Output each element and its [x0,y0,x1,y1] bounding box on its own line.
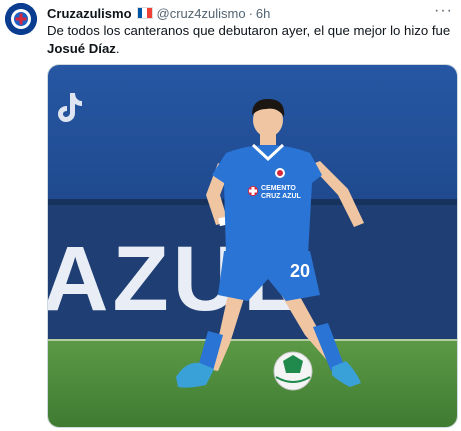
user-handle[interactable]: @cruz4zulismo [157,6,246,21]
tweet-header: Cruzazulismo @cruz4zulismo · 6h [47,4,431,22]
tweet-text-plain: De todos los canteranos que debutaron ay… [47,23,451,38]
soccer-ball-icon [273,351,313,391]
cruz-azul-crest-icon [5,3,37,35]
sponsor-line-1: CEMENTO [261,185,296,192]
tweet-text-bold[interactable]: Josué Díaz [47,41,116,56]
avatar[interactable] [5,3,37,35]
tweet-text-end: . [115,41,120,56]
display-name[interactable]: Cruzazulismo [47,6,132,21]
shorts-number: 20 [290,261,310,281]
more-options-icon[interactable]: ··· [434,2,453,20]
timestamp[interactable]: 6h [256,6,270,21]
tweet-media[interactable]: AZUL 20 CEMENTO CRUZ AZUL [47,64,458,428]
separator-dot: · [248,5,253,21]
player-photo: AZUL 20 CEMENTO CRUZ AZUL [48,65,457,427]
tweet-text: De todos los canteranos que debutaron ay… [47,22,457,58]
france-flag-icon [136,7,153,19]
sponsor-line-2: CRUZ AZUL [261,193,302,200]
